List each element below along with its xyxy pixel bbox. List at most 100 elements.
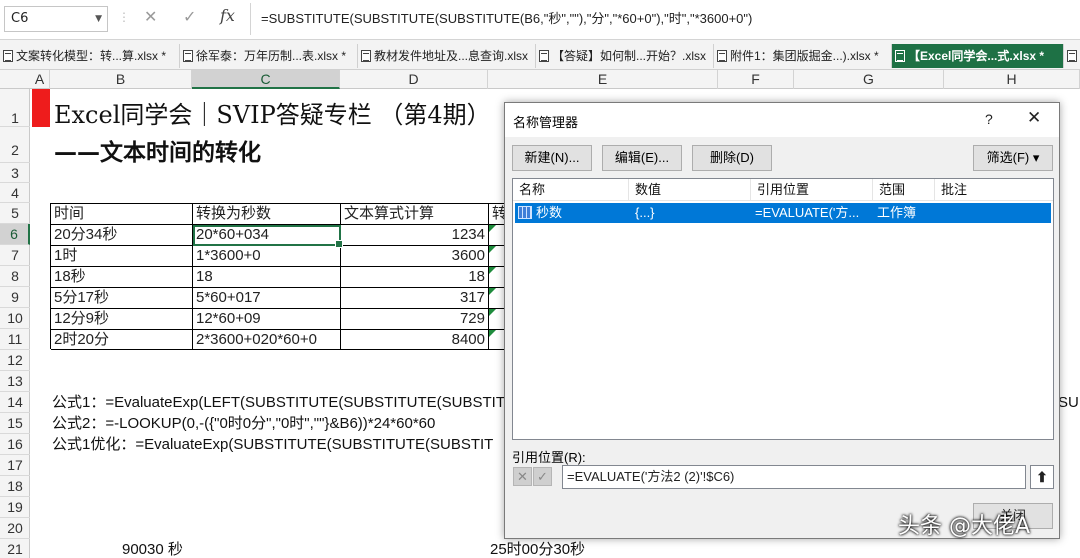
help-icon[interactable]: ? [985,111,993,127]
error-indicator-icon[interactable] [489,225,496,232]
column-header-name[interactable]: 名称 [513,179,629,201]
table-cell[interactable]: 18 [193,267,341,288]
formula-input[interactable]: =SUBSTITUTE(SUBSTITUTE(SUBSTITUTE(B6,"秒"… [250,3,1076,35]
table-cell[interactable]: 12分9秒 [51,309,193,330]
row-header-17[interactable]: 17 [0,455,30,476]
row-header-19[interactable]: 19 [0,497,30,518]
table-cell[interactable]: 2*3600+020*60+0 [193,330,341,350]
column-header-f[interactable]: F [718,70,794,89]
row-header-12[interactable]: 12 [0,350,30,371]
row-header-10[interactable]: 10 [0,308,30,329]
names-list-header: 名称 数值 引用位置 范围 批注 [513,179,1053,201]
column-header-d[interactable]: D [340,70,488,89]
table-cell[interactable]: 1*3600+0 [193,246,341,267]
delete-button[interactable]: 删除(D) [692,145,772,171]
edit-button[interactable]: 编辑(E)... [602,145,682,171]
workbook-tabs: 文案转化模型：转...算.xlsx * 徐军泰：万年历制...表.xlsx * … [0,40,1080,70]
row-header-6[interactable]: 6 [0,224,30,245]
workbook-tab[interactable]: 【答疑】如何制...开始？.xlsx [536,44,714,68]
column-header-e[interactable]: E [488,70,718,89]
row-header-16[interactable]: 16 [0,434,30,455]
cancel-icon[interactable]: ✕ [144,7,157,26]
column-header-refers-to[interactable]: 引用位置 [751,179,873,201]
formula-note-1[interactable]: 公式1：=EvaluateExp(LEFT(SUBSTITUTE(SUBSTIT… [52,393,505,413]
dialog-title: 名称管理器 [513,115,579,130]
table-cell[interactable]: 20分34秒 [51,225,193,246]
column-header-scope[interactable]: 范围 [873,179,935,201]
row-header-15[interactable]: 15 [0,413,30,434]
error-indicator-icon[interactable] [489,267,496,274]
new-button[interactable]: 新建(N)... [512,145,592,171]
table-cell[interactable]: 5分17秒 [51,288,193,309]
table-cell[interactable]: 18 [341,267,489,288]
table-cell[interactable]: 3600 [341,246,489,267]
table-cell[interactable]: 317 [341,288,489,309]
error-indicator-icon[interactable] [489,309,496,316]
table-cell[interactable]: 12*60+09 [193,309,341,330]
table-cell[interactable]: 1时 [51,246,193,267]
row-header-20[interactable]: 20 [0,518,30,539]
workbook-tab[interactable]: 教材发件地址及...息查询.xlsx [358,44,536,68]
row-header-13[interactable]: 13 [0,371,30,392]
row-header-7[interactable]: 7 [0,245,30,266]
seconds-value[interactable]: 90030 秒 [122,540,183,558]
dialog-titlebar[interactable]: 名称管理器 ? ✕ [505,103,1059,137]
column-header-comment[interactable]: 批注 [935,179,1053,201]
workbook-tab[interactable]: 文案转化模型：转...算.xlsx * [0,44,180,68]
row-header-9[interactable]: 9 [0,287,30,308]
error-indicator-icon[interactable] [489,288,496,295]
column-header-a[interactable]: A [30,70,50,89]
row-header-21[interactable]: 21 [0,539,30,558]
error-indicator-icon[interactable] [489,246,496,253]
column-header-c[interactable]: C [192,70,340,89]
row-header-2[interactable]: 2 [0,127,30,163]
collapse-dialog-icon[interactable]: ⬆ [1030,465,1054,489]
close-icon[interactable]: ✕ [1027,108,1041,128]
name-box[interactable]: C6 ▼ [4,6,108,32]
list-item[interactable]: 秒数 {...} =EVALUATE('方... 工作簿 [515,203,1051,223]
table-cell[interactable]: 2时20分 [51,330,193,350]
column-header-g[interactable]: G [794,70,944,89]
row-header-14[interactable]: 14 [0,392,30,413]
table-header-cell[interactable]: 时间 [51,204,193,225]
table-cell[interactable]: 8400 [341,330,489,350]
row-header-8[interactable]: 8 [0,266,30,287]
check-icon[interactable]: ✓ [533,467,552,486]
table-header-cell[interactable]: 转换为秒数 [193,204,341,225]
filter-button[interactable]: 筛选(F) ▾ [973,145,1053,171]
workbook-tab[interactable]: 附件1：集团版掘金...).xlsx * [714,44,892,68]
insert-function-icon[interactable]: fx [220,6,235,25]
enter-icon[interactable]: ✓ [183,7,196,26]
excel-file-icon [1067,50,1077,62]
column-header-value[interactable]: 数值 [629,179,751,201]
row-header-5[interactable]: 5 [0,203,30,224]
row-header-1[interactable]: 1 [0,89,30,127]
chevron-down-icon[interactable]: ▼ [95,7,102,31]
refers-to-input[interactable]: =EVALUATE('方法2 (2)'!$C6) [562,465,1026,489]
workbook-tab-active[interactable]: 【Excel同学会...式.xlsx * [892,44,1064,68]
workbook-tab[interactable]: 徐军泰：万年历制...表.xlsx * [180,44,358,68]
excel-file-icon [183,50,193,62]
table-cell[interactable]: 1234 [341,225,489,246]
names-list[interactable]: 名称 数值 引用位置 范围 批注 秒数 {...} =EVALUATE('方..… [512,178,1054,440]
row-header-18[interactable]: 18 [0,476,30,497]
row-header-3[interactable]: 3 [0,163,30,183]
workbook-tab[interactable] [1064,44,1080,68]
drag-handle-icon[interactable]: ⋮ [118,10,130,24]
table-header-cell[interactable]: 文本算式计算 [341,204,489,225]
time-value[interactable]: 25时00分30秒 [490,540,585,558]
row-header-4[interactable]: 4 [0,183,30,203]
table-cell[interactable]: 5*60+017 [193,288,341,309]
error-indicator-icon[interactable] [489,330,496,337]
active-cell-selection[interactable] [193,225,343,248]
row-header-11[interactable]: 11 [0,329,30,350]
table-cell[interactable]: 729 [341,309,489,330]
cancel-icon[interactable]: ✕ [513,467,532,486]
excel-file-icon [717,50,727,62]
formula-note-1-tail[interactable]: SUB [1058,393,1080,413]
table-cell[interactable]: 18秒 [51,267,193,288]
column-header-h[interactable]: H [944,70,1080,89]
formula-note-2[interactable]: 公式2：=-LOOKUP(0,-({"0时0分","0时",""}&B6))*2… [52,414,435,434]
column-header-b[interactable]: B [50,70,192,89]
formula-note-3[interactable]: 公式1优化：=EvaluateExp(SUBSTITUTE(SUBSTITUTE… [52,435,493,455]
